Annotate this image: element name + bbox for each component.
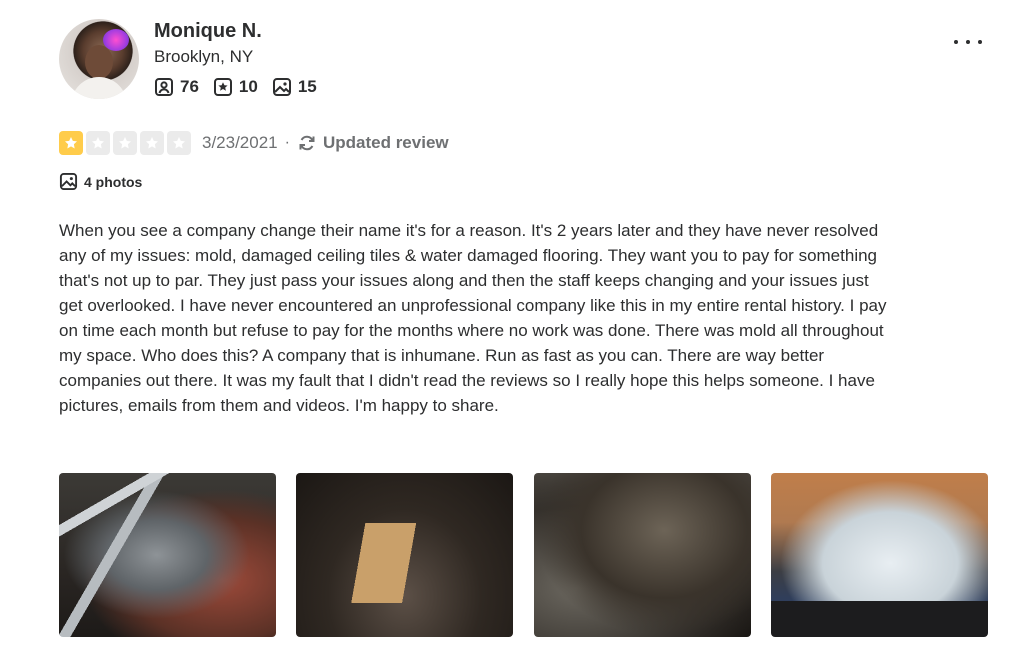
star-icon <box>59 131 83 155</box>
photos-link[interactable]: 4 photos <box>59 172 142 191</box>
reviews-count: 10 <box>238 77 258 96</box>
reviews-stat: 10 <box>213 77 258 97</box>
avatar[interactable] <box>59 19 139 99</box>
star-icon <box>140 131 164 155</box>
user-location: Brooklyn, NY <box>154 47 254 66</box>
photos-icon <box>272 78 291 96</box>
review-photo-2[interactable] <box>296 473 513 637</box>
star-icon <box>167 131 191 155</box>
rating-row: 3/23/2021 · Updated review <box>59 131 449 155</box>
separator-dot: · <box>284 134 290 151</box>
more-options-icon[interactable] <box>954 30 982 54</box>
avatar-flower <box>103 29 129 51</box>
friends-icon <box>155 78 173 96</box>
review-photo-1[interactable] <box>59 473 276 637</box>
updated-review-link[interactable]: Updated review <box>297 133 449 153</box>
star-icon <box>113 131 137 155</box>
review-date: 3/23/2021 <box>202 133 278 152</box>
user-stats: 76 10 15 <box>154 77 317 97</box>
star-icon <box>86 131 110 155</box>
updated-review-label: Updated review <box>322 133 449 152</box>
photos-link-label: 4 photos <box>84 173 143 190</box>
more-dot <box>978 40 982 44</box>
user-name[interactable]: Monique N. <box>154 20 262 43</box>
photos-stat: 15 <box>272 77 317 97</box>
more-dot <box>966 40 970 44</box>
refresh-icon <box>299 135 315 151</box>
star-rating <box>59 131 191 155</box>
avatar-shirt <box>71 77 127 99</box>
reviews-icon <box>213 78 232 96</box>
friends-stat: 76 <box>154 77 199 97</box>
photo-icon <box>59 172 78 191</box>
review-photo-3[interactable] <box>534 473 751 637</box>
review-text: When you see a company change their name… <box>59 221 887 415</box>
review-photo-4[interactable] <box>771 473 988 637</box>
more-dot <box>954 40 958 44</box>
photos-count: 15 <box>297 77 317 96</box>
avatar-face <box>85 45 113 79</box>
friends-count: 76 <box>180 77 199 96</box>
